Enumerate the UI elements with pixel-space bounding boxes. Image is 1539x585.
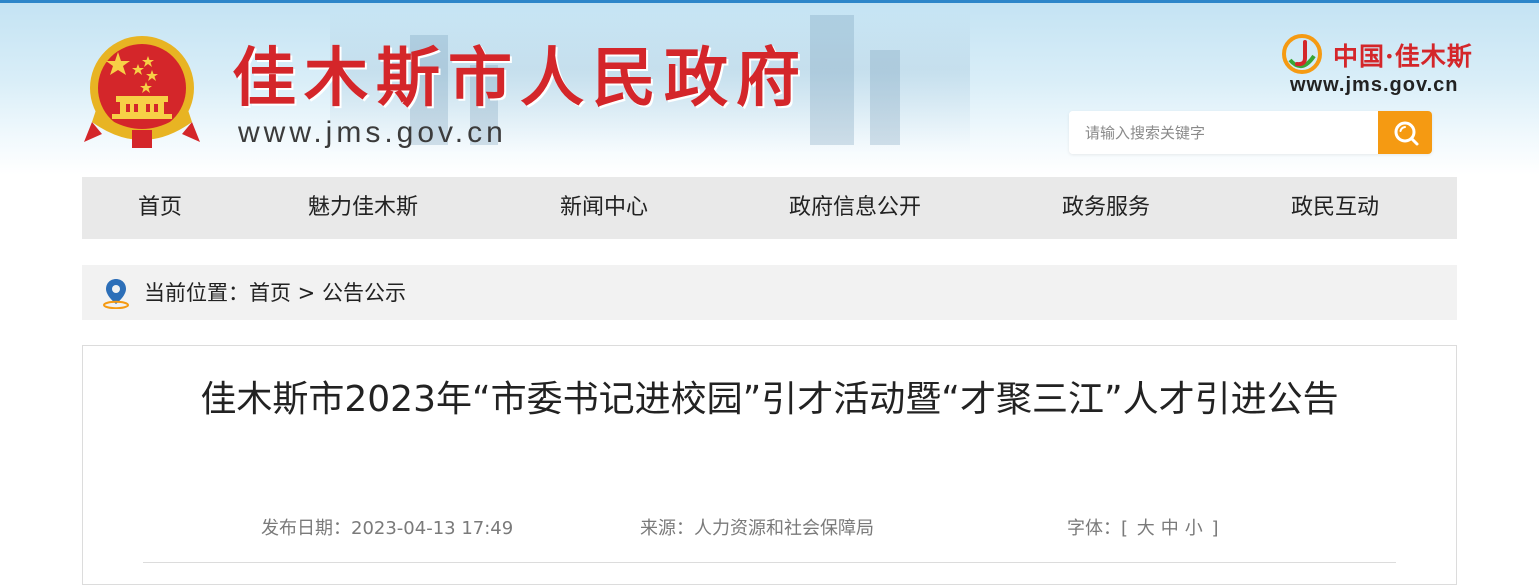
article-title: 佳木斯市2023年“市委书记进校园”引才活动暨“才聚三江”人才引进公告	[200, 379, 1339, 420]
national-emblem-icon	[84, 36, 200, 148]
location-pin-icon	[103, 279, 129, 309]
nav-item-charm-jiamusi[interactable]: 魅力佳木斯	[308, 177, 418, 239]
publish-date-value: 2023-04-13 17:49	[351, 518, 514, 539]
breadcrumb: 当前位置：首页 > 公告公示	[82, 265, 1457, 320]
main-nav: 首页 魅力佳木斯 新闻中心 政府信息公开 政务服务 政民互动	[82, 177, 1457, 239]
font-size-small-button[interactable]: 小	[1182, 518, 1206, 539]
article-meta-divider	[143, 562, 1396, 563]
publish-date-meta: 发布日期：2023-04-13 17:49	[261, 514, 513, 540]
breadcrumb-current-link[interactable]: 公告公示	[322, 281, 406, 305]
source-value: 人力资源和社会保障局	[694, 518, 874, 539]
breadcrumb-prefix: 当前位置：	[144, 281, 249, 305]
search-button[interactable]	[1378, 111, 1432, 154]
nav-item-gov-services[interactable]: 政务服务	[1062, 177, 1150, 239]
site-title: 佳木斯市人民政府	[232, 41, 808, 116]
brand-text: 中国·佳木斯	[1333, 42, 1473, 71]
source-label: 来源：	[640, 518, 694, 539]
font-bracket-open: [	[1121, 518, 1129, 539]
search-box	[1069, 111, 1432, 154]
font-size-large-button[interactable]: 大	[1134, 518, 1158, 539]
brand-url: www.jms.gov.cn	[1290, 74, 1459, 96]
jms-brand-logo-icon[interactable]	[1282, 34, 1322, 74]
font-size-medium-button[interactable]: 中	[1158, 518, 1182, 539]
site-header: 佳木斯市人民政府 www.jms.gov.cn 中国·佳木斯 www.jms.g…	[0, 0, 1539, 175]
font-size-control: 字体：[ 大中小 ]	[1067, 514, 1219, 540]
site-url: www.jms.gov.cn	[238, 116, 507, 149]
font-size-label: 字体：	[1067, 518, 1121, 539]
nav-item-public-interaction[interactable]: 政民互动	[1291, 177, 1379, 239]
nav-item-news-center[interactable]: 新闻中心	[560, 177, 648, 239]
font-bracket-close: ]	[1211, 518, 1219, 539]
article-container: 佳木斯市2023年“市委书记进校园”引才活动暨“才聚三江”人才引进公告 发布日期…	[82, 345, 1457, 585]
source-meta: 来源：人力资源和社会保障局	[640, 514, 874, 540]
nav-item-home[interactable]: 首页	[138, 177, 182, 239]
breadcrumb-text: 当前位置：首页 > 公告公示	[144, 265, 406, 320]
search-input[interactable]	[1069, 111, 1378, 154]
publish-date-label: 发布日期：	[261, 518, 351, 539]
search-icon	[1394, 121, 1419, 146]
nav-item-gov-info-disclosure[interactable]: 政府信息公开	[789, 177, 921, 239]
header-background-building	[810, 15, 854, 145]
breadcrumb-separator: >	[291, 281, 322, 305]
header-background-building	[870, 50, 900, 145]
breadcrumb-home-link[interactable]: 首页	[249, 281, 291, 305]
